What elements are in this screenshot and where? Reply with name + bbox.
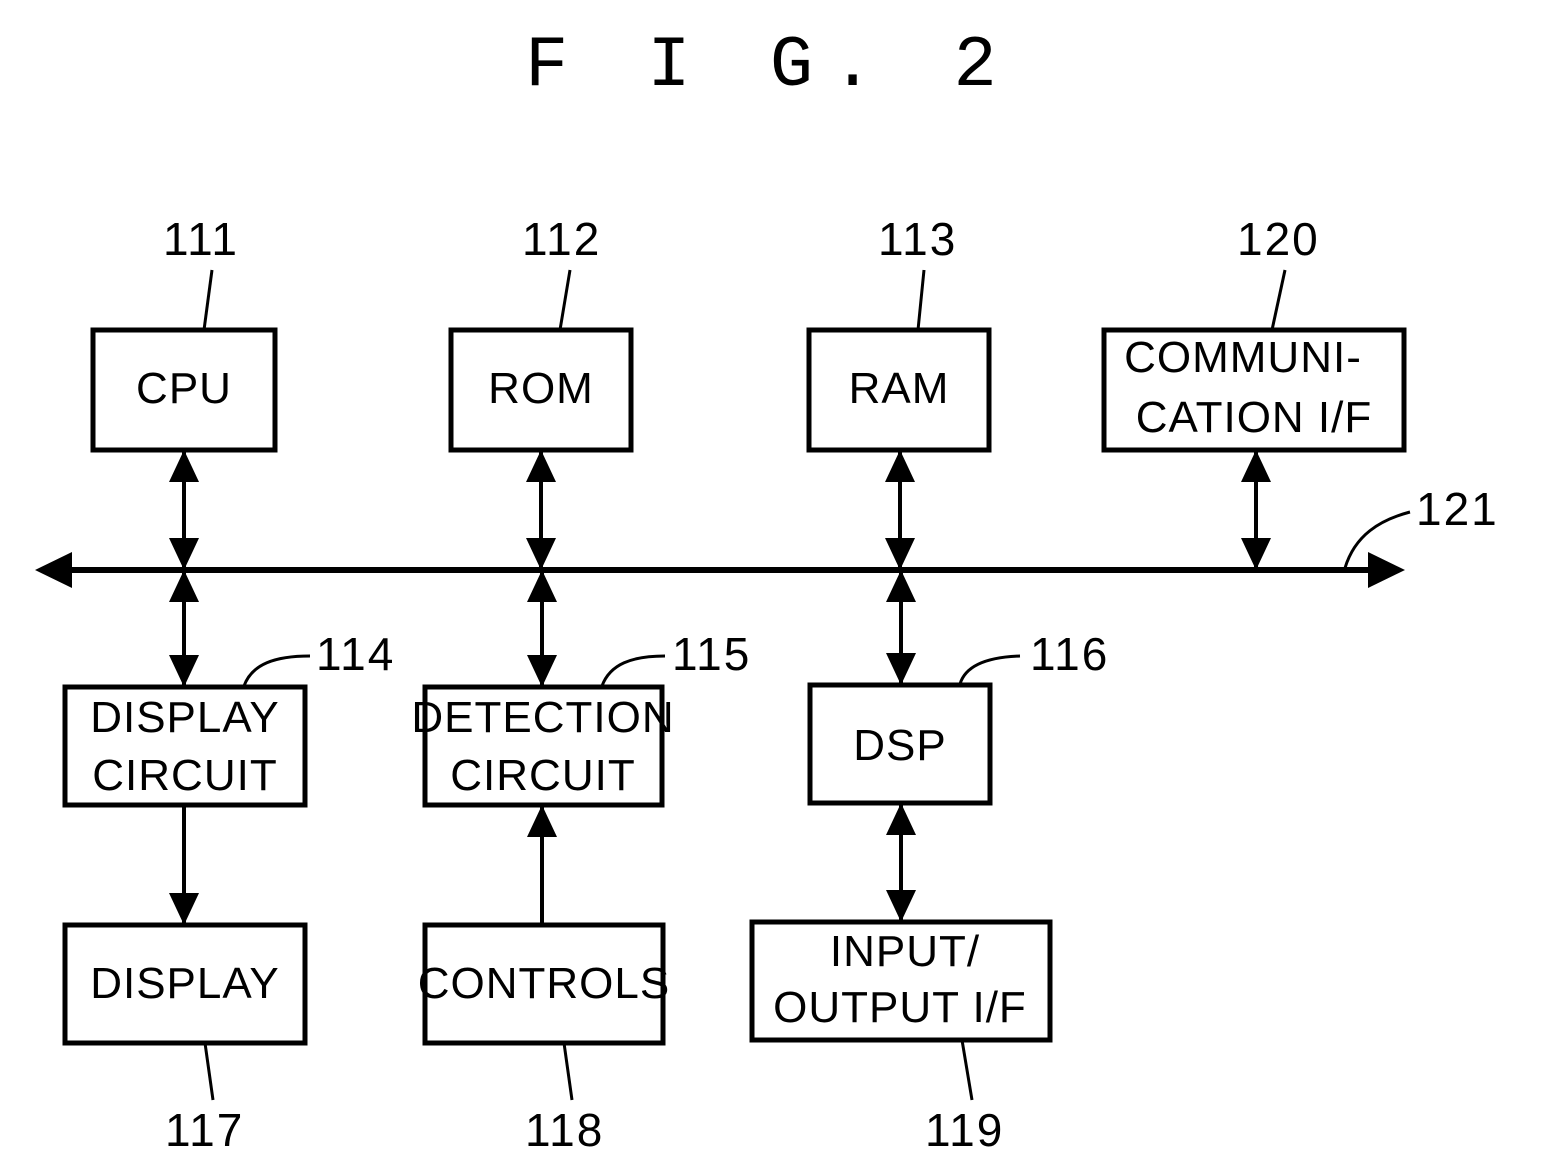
arrowhead-up-icon [169, 570, 199, 602]
connectors [169, 450, 1271, 925]
block-cpu: 111 CPU [90, 213, 278, 453]
comm-ref-number: 120 [1237, 213, 1320, 265]
arrowhead-down-icon [526, 538, 556, 570]
arrowhead-up-icon [1241, 450, 1271, 482]
arrowhead-down-icon [169, 655, 199, 687]
connector-comm-bus [1241, 450, 1271, 570]
block-communication-interface: 120 COMMUNI- CATION I/F [1101, 213, 1407, 453]
rom-label: ROM [488, 364, 594, 413]
detection-circuit-leader-line [600, 654, 666, 687]
block-controls: CONTROLS 118 [418, 922, 670, 1156]
system-bus: 121 [35, 483, 1499, 588]
arrowhead-down-icon [527, 655, 557, 687]
arrowhead-up-icon [886, 570, 916, 602]
arrowhead-down-icon [169, 538, 199, 570]
bus-arrow-left-icon [35, 552, 72, 588]
connector-rom-bus [526, 450, 556, 570]
connector-controls-detection_circuit [527, 805, 557, 925]
connector-bus-display_circuit [169, 570, 199, 687]
io-label-line2: OUTPUT I/F [773, 983, 1027, 1032]
block-display-circuit: 114 DISPLAY CIRCUIT [62, 628, 395, 808]
dsp-ref-number: 116 [1030, 628, 1109, 680]
io-label-line1: INPUT/ [830, 927, 980, 976]
arrowhead-down-icon [169, 893, 199, 925]
arrowhead-up-icon [169, 450, 199, 482]
cpu-ref-number: 111 [163, 213, 239, 265]
comm-label-line2: CATION I/F [1136, 393, 1373, 442]
block-display: DISPLAY 117 [62, 922, 308, 1156]
controls-ref-number: 118 [525, 1104, 604, 1156]
io-ref-number: 119 [925, 1104, 1004, 1156]
controls-leader-line [562, 1042, 574, 1101]
bus-arrow-right-icon [1368, 552, 1405, 588]
arrowhead-up-icon [527, 805, 557, 837]
display-circuit-leader-line [242, 654, 311, 687]
display-circuit-ref-number: 114 [316, 628, 395, 680]
connector-display_circuit-display [169, 805, 199, 925]
rom-leader-line [558, 269, 572, 331]
bus-ref-number: 121 [1416, 483, 1499, 535]
block-input-output-interface: INPUT/ OUTPUT I/F 119 [749, 919, 1053, 1156]
block-dsp: 116 DSP [807, 628, 1109, 806]
arrowhead-up-icon [886, 803, 916, 835]
connector-bus-dsp [886, 570, 916, 685]
comm-label-line1: COMMUNI- [1124, 333, 1362, 382]
arrowhead-down-icon [886, 890, 916, 922]
cpu-label: CPU [136, 364, 232, 413]
cpu-leader-line [202, 269, 214, 331]
rom-ref-number: 112 [522, 213, 601, 265]
detection-circuit-ref-number: 115 [672, 628, 751, 680]
arrowhead-up-icon [526, 450, 556, 482]
detection-circuit-label-line1: DETECTION [411, 693, 674, 742]
arrowhead-down-icon [886, 653, 916, 685]
block-ram: 113 RAM [806, 213, 992, 453]
arrowhead-down-icon [885, 538, 915, 570]
arrowhead-up-icon [885, 450, 915, 482]
display-label: DISPLAY [90, 959, 280, 1008]
connector-bus-detection_circuit [527, 570, 557, 687]
controls-label: CONTROLS [418, 959, 670, 1008]
comm-leader-line [1270, 269, 1287, 331]
arrowhead-up-icon [527, 570, 557, 602]
display-circuit-label-line2: CIRCUIT [92, 751, 277, 800]
figure-title: F I G. 2 [525, 25, 1015, 107]
block-rom: 112 ROM [448, 213, 634, 453]
dsp-leader-line [958, 654, 1021, 685]
io-leader-line [960, 1039, 974, 1101]
display-leader-line [203, 1042, 215, 1101]
connector-dsp-io [886, 803, 916, 922]
connector-cpu-bus [169, 450, 199, 570]
detection-circuit-label-line2: CIRCUIT [450, 751, 635, 800]
dsp-label: DSP [853, 721, 946, 770]
display-ref-number: 117 [165, 1104, 244, 1156]
ram-label: RAM [849, 364, 950, 413]
block-diagram: F I G. 2 121 111 CPU 112 ROM 113 RAM 120… [35, 25, 1499, 1156]
ram-ref-number: 113 [878, 213, 957, 265]
arrowhead-down-icon [1241, 538, 1271, 570]
connector-ram-bus [885, 450, 915, 570]
block-detection-circuit: 115 DETECTION CIRCUIT [411, 628, 751, 808]
display-circuit-label-line1: DISPLAY [90, 693, 280, 742]
ram-leader-line [916, 269, 926, 331]
